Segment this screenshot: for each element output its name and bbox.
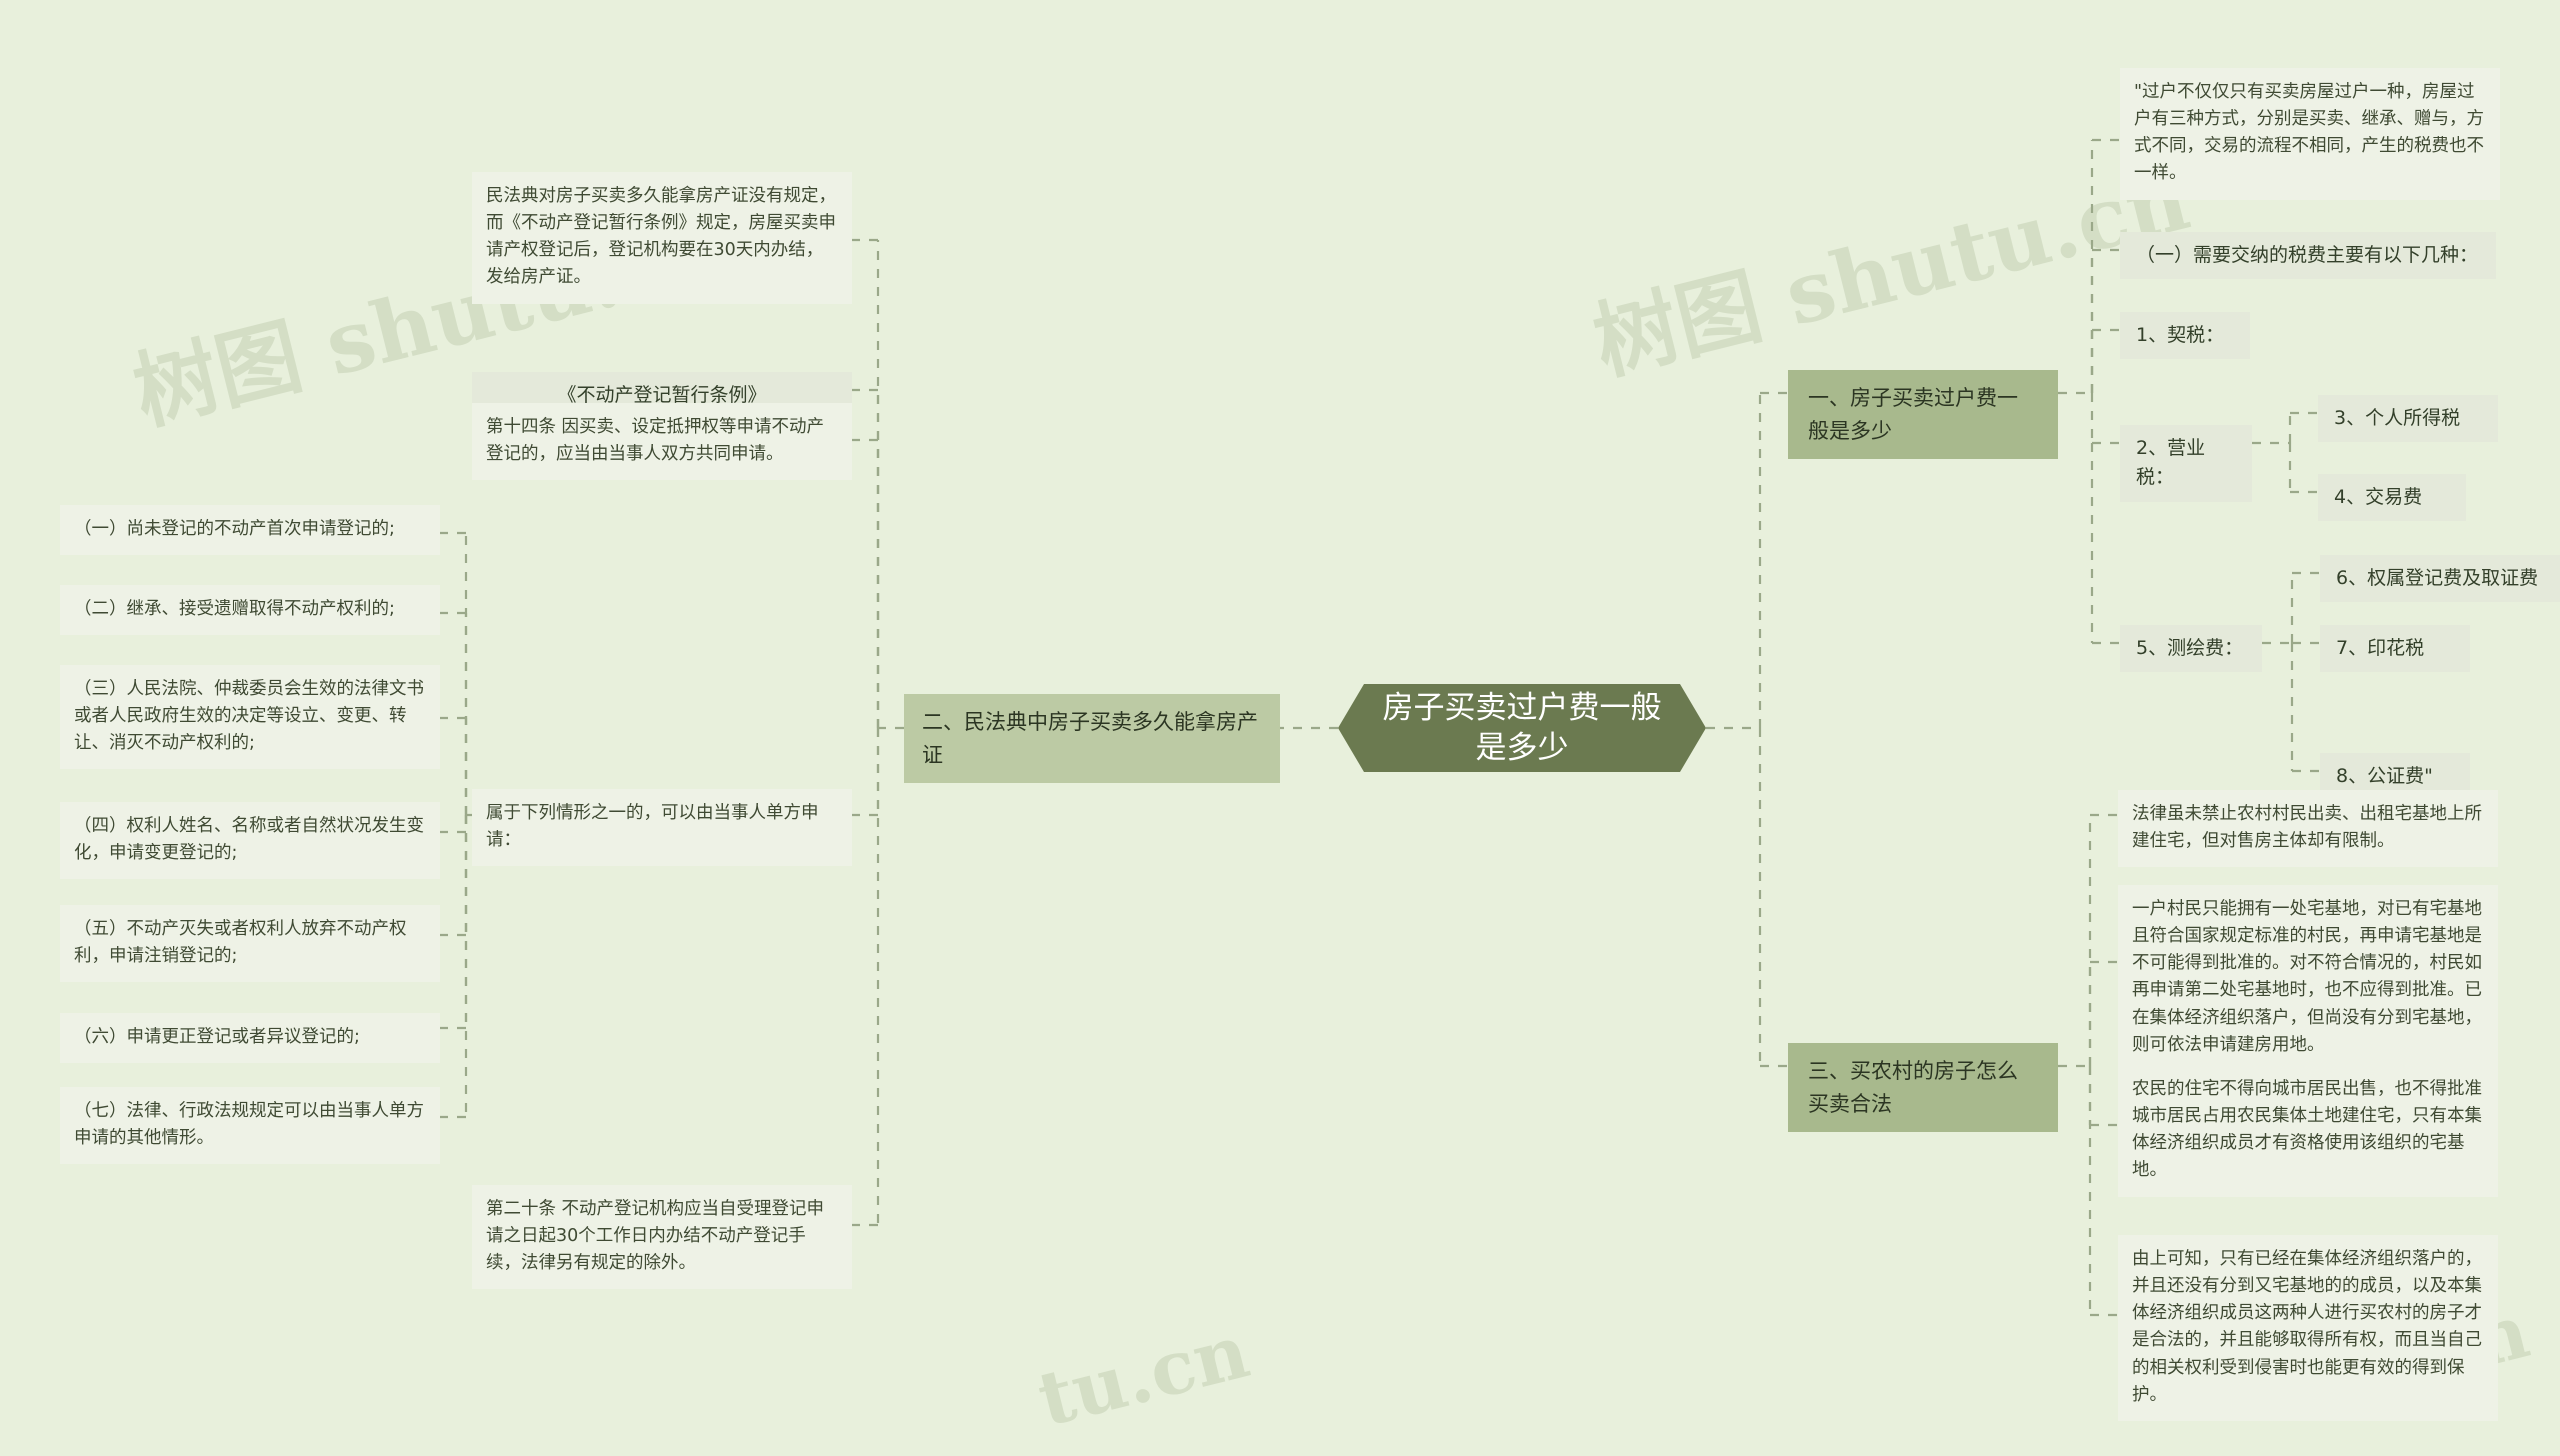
branch3-paragraph-4[interactable]: 由上可知，只有已经在集体经济组织落户的，并且还没有分到又宅基地的的成员，以及本集… — [2118, 1235, 2498, 1421]
branch2-summary[interactable]: 民法典对房子买卖多久能拿房产证没有规定，而《不动产登记暂行条例》规定，房屋买卖申… — [472, 172, 852, 304]
branch-node-1[interactable]: 一、房子买卖过户费一般是多少 — [1788, 370, 2058, 460]
tax-item-5[interactable]: 5、测绘费： — [2120, 625, 2262, 673]
tax-item-2[interactable]: 2、营业税： — [2120, 425, 2252, 502]
single-party-item-1[interactable]: （一）尚未登记的不动产首次申请登记的; — [60, 505, 440, 556]
single-party-item-5[interactable]: （五）不动产灭失或者权利人放弃不动产权利，申请注销登记的; — [60, 905, 440, 983]
branch3-paragraph-1[interactable]: 法律虽未禁止农村村民出卖、出租宅基地上所建住宅，但对售房主体却有限制。 — [2118, 790, 2498, 868]
branch-node-2[interactable]: 二、民法典中房子买卖多久能拿房产证 — [904, 694, 1280, 784]
watermark: tu.cn — [1030, 1308, 1258, 1444]
branch2-article-20[interactable]: 第二十条 不动产登记机构应当自受理登记申请之日起30个工作日内办结不动产登记手续… — [472, 1185, 852, 1290]
tax-item-6[interactable]: 6、权属登记费及取证费 — [2320, 555, 2560, 603]
mindmap-canvas: 树图 shutu.cn 树图 shutu.cn tu.cn tu.cn — [0, 0, 2560, 1456]
root-node[interactable]: 房子买卖过户费一般是多少 — [1338, 684, 1706, 772]
branch-node-3[interactable]: 三、买农村的房子怎么买卖合法 — [1788, 1043, 2058, 1133]
single-party-item-6[interactable]: （六）申请更正登记或者异议登记的; — [60, 1013, 440, 1064]
tax-item-1[interactable]: 1、契税： — [2120, 312, 2250, 360]
tax-item-4[interactable]: 4、交易费 — [2318, 474, 2466, 522]
single-party-item-2[interactable]: （二）继承、接受遗赠取得不动产权利的; — [60, 585, 440, 636]
branch2-article-14[interactable]: 第十四条 因买卖、设定抵押权等申请不动产登记的，应当由当事人双方共同申请。 — [472, 403, 852, 481]
tax-item-3[interactable]: 3、个人所得税 — [2318, 395, 2498, 443]
tax-item-7[interactable]: 7、印花税 — [2320, 625, 2470, 673]
single-party-item-4[interactable]: （四）权利人姓名、名称或者自然状况发生变化，申请变更登记的; — [60, 802, 440, 880]
branch2-single-party-intro[interactable]: 属于下列情形之一的，可以由当事人单方申请： — [472, 789, 852, 867]
branch3-paragraph-2[interactable]: 一户村民只能拥有一处宅基地，对已有宅基地且符合国家规定标准的村民，再申请宅基地是… — [2118, 885, 2498, 1071]
single-party-item-7[interactable]: （七）法律、行政法规规定可以由当事人单方申请的其他情形。 — [60, 1087, 440, 1165]
branch1-intro[interactable]: "过户不仅仅只有买卖房屋过户一种，房屋过户有三种方式，分别是买卖、继承、赠与，方… — [2120, 68, 2500, 200]
branch3-paragraph-3[interactable]: 农民的住宅不得向城市居民出售，也不得批准城市居民占用农民集体土地建住宅，只有本集… — [2118, 1065, 2498, 1197]
branch1-section-one[interactable]: （一）需要交纳的税费主要有以下几种： — [2120, 232, 2496, 280]
single-party-item-3[interactable]: （三）人民法院、仲裁委员会生效的法律文书或者人民政府生效的决定等设立、变更、转让… — [60, 665, 440, 770]
watermark: 树图 shutu.cn — [1584, 149, 2199, 393]
